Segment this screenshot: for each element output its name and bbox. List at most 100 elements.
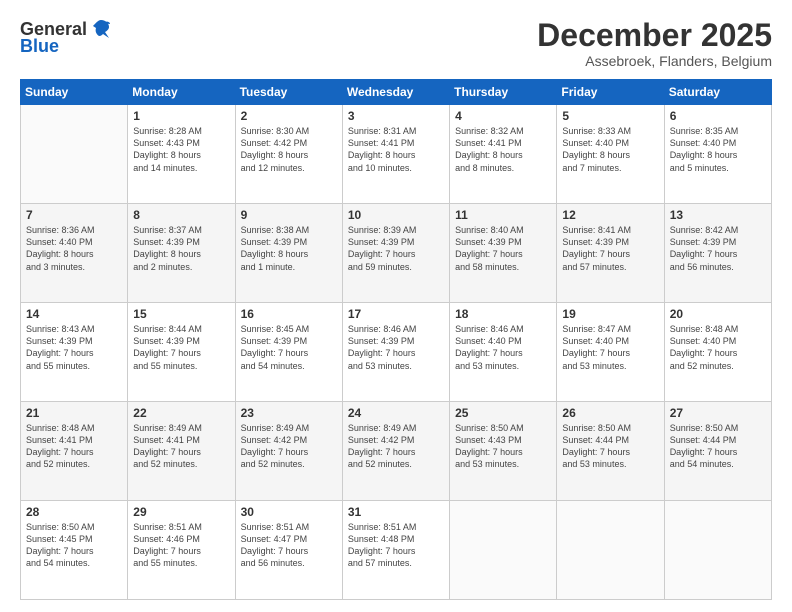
cell-info: Sunrise: 8:50 AM Sunset: 4:43 PM Dayligh… xyxy=(455,422,551,471)
day-number: 20 xyxy=(670,307,766,321)
cell-info: Sunrise: 8:46 AM Sunset: 4:40 PM Dayligh… xyxy=(455,323,551,372)
day-number: 18 xyxy=(455,307,551,321)
day-number: 22 xyxy=(133,406,229,420)
table-row: 25 Sunrise: 8:50 AM Sunset: 4:43 PM Dayli… xyxy=(450,402,557,501)
month-title: December 2025 xyxy=(537,18,772,53)
location: Assebroek, Flanders, Belgium xyxy=(537,53,772,69)
calendar-week-row: 1 Sunrise: 8:28 AM Sunset: 4:43 PM Daylig… xyxy=(21,105,772,204)
table-row: 30Sunrise: 8:51 AM Sunset: 4:47 PM Dayli… xyxy=(235,501,342,600)
table-row: 6Sunrise: 8:35 AM Sunset: 4:40 PM Daylig… xyxy=(664,105,771,204)
table-row: 14 Sunrise: 8:43 AM Sunset: 4:39 PM Dayli… xyxy=(21,303,128,402)
table-row: 16Sunrise: 8:45 AM Sunset: 4:39 PM Dayli… xyxy=(235,303,342,402)
calendar-week-row: 28Sunrise: 8:50 AM Sunset: 4:45 PM Dayli… xyxy=(21,501,772,600)
table-row: 26 Sunrise: 8:50 AM Sunset: 4:44 PM Dayli… xyxy=(557,402,664,501)
table-row: 1 Sunrise: 8:28 AM Sunset: 4:43 PM Daylig… xyxy=(128,105,235,204)
calendar-week-row: 7 Sunrise: 8:36 AM Sunset: 4:40 PM Daylig… xyxy=(21,204,772,303)
cell-info: Sunrise: 8:49 AM Sunset: 4:42 PM Dayligh… xyxy=(241,422,337,471)
page-header: General Blue December 2025 Assebroek, Fl… xyxy=(20,18,772,69)
table-row: 21 Sunrise: 8:48 AM Sunset: 4:41 PM Dayli… xyxy=(21,402,128,501)
day-number: 30 xyxy=(241,505,337,519)
day-number: 26 xyxy=(562,406,658,420)
cell-info: Sunrise: 8:35 AM Sunset: 4:40 PM Dayligh… xyxy=(670,125,766,174)
cell-info: Sunrise: 8:33 AM Sunset: 4:40 PM Dayligh… xyxy=(562,125,658,174)
table-row: 5 Sunrise: 8:33 AM Sunset: 4:40 PM Daylig… xyxy=(557,105,664,204)
calendar-week-row: 14 Sunrise: 8:43 AM Sunset: 4:39 PM Dayli… xyxy=(21,303,772,402)
day-number: 25 xyxy=(455,406,551,420)
table-row: 7 Sunrise: 8:36 AM Sunset: 4:40 PM Daylig… xyxy=(21,204,128,303)
cell-info: Sunrise: 8:49 AM Sunset: 4:41 PM Dayligh… xyxy=(133,422,229,471)
table-row: 4Sunrise: 8:32 AM Sunset: 4:41 PM Daylig… xyxy=(450,105,557,204)
table-row: 15Sunrise: 8:44 AM Sunset: 4:39 PM Dayli… xyxy=(128,303,235,402)
day-number: 29 xyxy=(133,505,229,519)
cell-info: Sunrise: 8:48 AM Sunset: 4:40 PM Dayligh… xyxy=(670,323,766,372)
table-row: 23 Sunrise: 8:49 AM Sunset: 4:42 PM Dayli… xyxy=(235,402,342,501)
cell-info: Sunrise: 8:49 AM Sunset: 4:42 PM Dayligh… xyxy=(348,422,444,471)
table-row xyxy=(557,501,664,600)
table-row: 29 Sunrise: 8:51 AM Sunset: 4:46 PM Dayli… xyxy=(128,501,235,600)
cell-info: Sunrise: 8:43 AM Sunset: 4:39 PM Dayligh… xyxy=(26,323,122,372)
col-sunday: Sunday xyxy=(21,80,128,105)
cell-info: Sunrise: 8:37 AM Sunset: 4:39 PM Dayligh… xyxy=(133,224,229,273)
day-number: 15 xyxy=(133,307,229,321)
cell-info: Sunrise: 8:50 AM Sunset: 4:45 PM Dayligh… xyxy=(26,521,122,570)
table-row: 2 Sunrise: 8:30 AM Sunset: 4:42 PM Daylig… xyxy=(235,105,342,204)
cell-info: Sunrise: 8:30 AM Sunset: 4:42 PM Dayligh… xyxy=(241,125,337,174)
logo-bird-icon xyxy=(91,18,111,40)
table-row: 24Sunrise: 8:49 AM Sunset: 4:42 PM Dayli… xyxy=(342,402,449,501)
title-block: December 2025 Assebroek, Flanders, Belgi… xyxy=(537,18,772,69)
day-number: 1 xyxy=(133,109,229,123)
cell-info: Sunrise: 8:51 AM Sunset: 4:46 PM Dayligh… xyxy=(133,521,229,570)
table-row: 9Sunrise: 8:38 AM Sunset: 4:39 PM Daylig… xyxy=(235,204,342,303)
table-row: 11 Sunrise: 8:40 AM Sunset: 4:39 PM Dayli… xyxy=(450,204,557,303)
col-saturday: Saturday xyxy=(664,80,771,105)
calendar-header-row: Sunday Monday Tuesday Wednesday Thursday… xyxy=(21,80,772,105)
cell-info: Sunrise: 8:40 AM Sunset: 4:39 PM Dayligh… xyxy=(455,224,551,273)
col-tuesday: Tuesday xyxy=(235,80,342,105)
day-number: 5 xyxy=(562,109,658,123)
cell-info: Sunrise: 8:51 AM Sunset: 4:48 PM Dayligh… xyxy=(348,521,444,570)
day-number: 2 xyxy=(241,109,337,123)
table-row: 19 Sunrise: 8:47 AM Sunset: 4:40 PM Dayli… xyxy=(557,303,664,402)
table-row xyxy=(21,105,128,204)
logo: General Blue xyxy=(20,18,111,57)
table-row: 17Sunrise: 8:46 AM Sunset: 4:39 PM Dayli… xyxy=(342,303,449,402)
table-row: 3Sunrise: 8:31 AM Sunset: 4:41 PM Daylig… xyxy=(342,105,449,204)
day-number: 11 xyxy=(455,208,551,222)
cell-info: Sunrise: 8:45 AM Sunset: 4:39 PM Dayligh… xyxy=(241,323,337,372)
day-number: 21 xyxy=(26,406,122,420)
table-row: 31Sunrise: 8:51 AM Sunset: 4:48 PM Dayli… xyxy=(342,501,449,600)
day-number: 10 xyxy=(348,208,444,222)
calendar-page: General Blue December 2025 Assebroek, Fl… xyxy=(0,0,792,612)
col-thursday: Thursday xyxy=(450,80,557,105)
cell-info: Sunrise: 8:32 AM Sunset: 4:41 PM Dayligh… xyxy=(455,125,551,174)
cell-info: Sunrise: 8:39 AM Sunset: 4:39 PM Dayligh… xyxy=(348,224,444,273)
cell-info: Sunrise: 8:31 AM Sunset: 4:41 PM Dayligh… xyxy=(348,125,444,174)
calendar-table: Sunday Monday Tuesday Wednesday Thursday… xyxy=(20,79,772,600)
table-row: 12 Sunrise: 8:41 AM Sunset: 4:39 PM Dayli… xyxy=(557,204,664,303)
cell-info: Sunrise: 8:47 AM Sunset: 4:40 PM Dayligh… xyxy=(562,323,658,372)
day-number: 14 xyxy=(26,307,122,321)
day-number: 8 xyxy=(133,208,229,222)
table-row: 28Sunrise: 8:50 AM Sunset: 4:45 PM Dayli… xyxy=(21,501,128,600)
cell-info: Sunrise: 8:50 AM Sunset: 4:44 PM Dayligh… xyxy=(562,422,658,471)
day-number: 9 xyxy=(241,208,337,222)
table-row xyxy=(450,501,557,600)
day-number: 12 xyxy=(562,208,658,222)
calendar-week-row: 21 Sunrise: 8:48 AM Sunset: 4:41 PM Dayli… xyxy=(21,402,772,501)
day-number: 17 xyxy=(348,307,444,321)
cell-info: Sunrise: 8:48 AM Sunset: 4:41 PM Dayligh… xyxy=(26,422,122,471)
cell-info: Sunrise: 8:28 AM Sunset: 4:43 PM Dayligh… xyxy=(133,125,229,174)
cell-info: Sunrise: 8:36 AM Sunset: 4:40 PM Dayligh… xyxy=(26,224,122,273)
day-number: 19 xyxy=(562,307,658,321)
table-row: 18 Sunrise: 8:46 AM Sunset: 4:40 PM Dayli… xyxy=(450,303,557,402)
day-number: 27 xyxy=(670,406,766,420)
cell-info: Sunrise: 8:41 AM Sunset: 4:39 PM Dayligh… xyxy=(562,224,658,273)
day-number: 7 xyxy=(26,208,122,222)
col-monday: Monday xyxy=(128,80,235,105)
cell-info: Sunrise: 8:42 AM Sunset: 4:39 PM Dayligh… xyxy=(670,224,766,273)
day-number: 23 xyxy=(241,406,337,420)
table-row: 13Sunrise: 8:42 AM Sunset: 4:39 PM Dayli… xyxy=(664,204,771,303)
table-row: 27Sunrise: 8:50 AM Sunset: 4:44 PM Dayli… xyxy=(664,402,771,501)
table-row: 10 Sunrise: 8:39 AM Sunset: 4:39 PM Dayli… xyxy=(342,204,449,303)
table-row: 22 Sunrise: 8:49 AM Sunset: 4:41 PM Dayli… xyxy=(128,402,235,501)
